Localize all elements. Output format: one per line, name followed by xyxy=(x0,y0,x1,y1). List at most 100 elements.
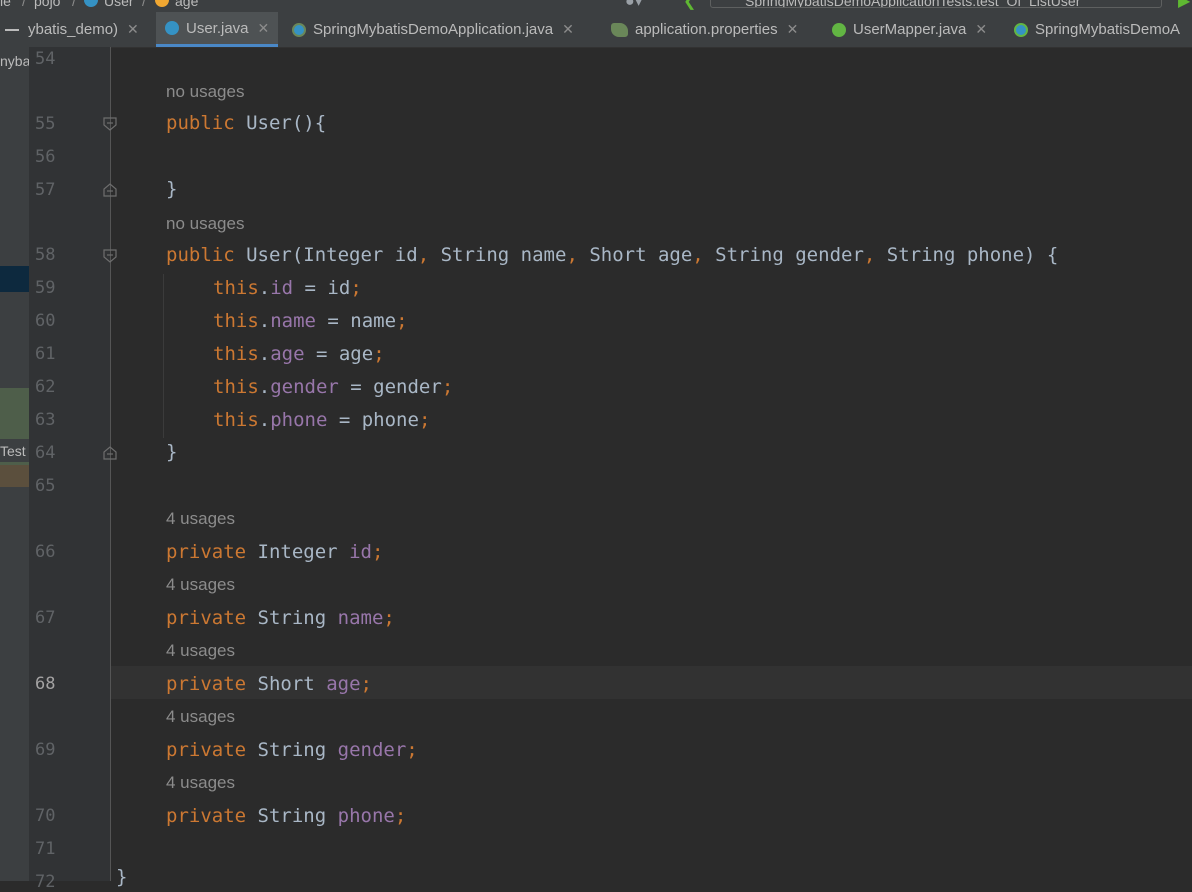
code-line-61[interactable]: this.age = age; xyxy=(213,343,385,365)
param-text: Short age xyxy=(577,244,693,266)
tab-label: UserMapper.java xyxy=(853,21,967,38)
breadcrumb-item[interactable]: age xyxy=(175,0,198,9)
usages-hint[interactable]: 4 usages xyxy=(166,509,235,529)
keyword: private xyxy=(166,805,247,827)
keyword: private xyxy=(166,739,247,761)
type-name: String xyxy=(257,607,327,629)
keyword: public xyxy=(166,112,235,134)
project-panel-edge: nyba Test xyxy=(0,47,29,881)
field-name: phone xyxy=(337,805,395,827)
code-line-68[interactable]: private Short age; xyxy=(166,673,372,695)
code-line-55[interactable]: public User(){ xyxy=(166,112,326,134)
code-text: = id xyxy=(293,277,351,299)
code-text: (){ xyxy=(291,112,327,134)
close-icon[interactable]: ✕ xyxy=(787,21,799,38)
code-line-58[interactable]: public User(Integer id, String name, Sho… xyxy=(166,244,1058,266)
keyword: this xyxy=(213,310,259,332)
tab-spring-tests[interactable]: SpringMybatisDemoA xyxy=(1014,12,1180,47)
back-arrow-icon[interactable]: ❮ xyxy=(683,0,696,11)
minimize-icon[interactable] xyxy=(5,29,19,31)
field-name: name xyxy=(337,607,384,629)
usages-hint[interactable]: 4 usages xyxy=(166,575,235,595)
type-name: Short xyxy=(257,673,315,695)
user-icon[interactable]: ●▾ xyxy=(625,0,643,11)
code-line-62[interactable]: this.gender = gender; xyxy=(213,376,453,398)
type-name: String xyxy=(257,739,327,761)
close-icon[interactable]: ✕ xyxy=(562,21,574,38)
field-icon xyxy=(155,0,169,7)
param-text: String name xyxy=(429,244,567,266)
code-line-67[interactable]: private String name; xyxy=(166,607,395,629)
close-icon[interactable]: ✕ xyxy=(975,21,987,38)
usages-hint[interactable]: 4 usages xyxy=(166,773,235,793)
keyword: private xyxy=(166,673,247,695)
code-line-69[interactable]: private String gender; xyxy=(166,739,418,761)
tree-row[interactable]: Test xyxy=(0,439,29,462)
code-line-63[interactable]: this.phone = phone; xyxy=(213,409,430,431)
line-number-current: 68 xyxy=(35,674,56,694)
usages-hint[interactable]: no usages xyxy=(166,214,244,234)
project-tree-label[interactable]: nyba xyxy=(0,53,29,69)
keyword: public xyxy=(166,244,235,266)
breadcrumb-separator: / xyxy=(72,0,76,9)
close-icon[interactable]: ✕ xyxy=(127,21,139,38)
usages-hint[interactable]: 4 usages xyxy=(166,641,235,661)
constructor-name: User xyxy=(246,244,292,266)
code-line-72[interactable]: } xyxy=(116,866,127,888)
code-line-60[interactable]: this.name = name; xyxy=(213,310,408,332)
constructor-name: User xyxy=(246,112,292,134)
selected-tree-row[interactable] xyxy=(0,266,29,292)
param-text: String phone) { xyxy=(875,244,1059,266)
line-number: 55 xyxy=(35,114,56,134)
type-name: Integer xyxy=(257,541,338,563)
tab-application-properties[interactable]: application.properties ✕ xyxy=(611,12,798,47)
breadcrumb-item[interactable]: le xyxy=(0,0,11,9)
keyword: private xyxy=(166,607,247,629)
line-number: 63 xyxy=(35,410,56,430)
field-name: gender xyxy=(337,739,407,761)
type-name: String xyxy=(257,805,327,827)
breadcrumb-item[interactable]: User xyxy=(104,0,134,9)
field-name: phone xyxy=(270,409,328,431)
navigation-bar: le / pojo / User / age ●▾ ❮ SpringMybati… xyxy=(0,0,1192,12)
code-line-66[interactable]: private Integer id; xyxy=(166,541,383,563)
breadcrumb-item[interactable]: pojo xyxy=(34,0,60,9)
tab-spring-application[interactable]: SpringMybatisDemoApplication.java ✕ xyxy=(292,12,574,47)
usages-hint[interactable]: 4 usages xyxy=(166,707,235,727)
comma: , xyxy=(692,244,704,266)
comma: , xyxy=(863,244,876,266)
line-number: 65 xyxy=(35,476,56,496)
code-line-57[interactable]: } xyxy=(166,178,177,200)
tab-user-java[interactable]: User.java ✕ xyxy=(156,12,279,47)
tab-label: ybatis_demo) xyxy=(28,21,119,38)
properties-icon xyxy=(611,22,628,37)
line-number: 66 xyxy=(35,542,56,562)
code-line-64[interactable]: } xyxy=(166,441,177,463)
code-line-59[interactable]: this.id = id; xyxy=(213,277,362,299)
tab-project[interactable]: ybatis_demo) ✕ xyxy=(28,12,139,47)
indent-guide xyxy=(163,274,164,438)
field-name: id xyxy=(349,541,372,563)
semicolon: ; xyxy=(418,409,431,431)
tab-label: SpringMybatisDemoApplication.java xyxy=(313,21,554,38)
line-number: 59 xyxy=(35,278,56,298)
semicolon: ; xyxy=(383,607,395,629)
editor-tab-bar: ybatis_demo) ✕ User.java ✕ SpringMybatis… xyxy=(0,12,1192,48)
tab-user-mapper[interactable]: UserMapper.java ✕ xyxy=(832,12,987,47)
field-name: age xyxy=(270,343,305,365)
tab-label: User.java xyxy=(186,19,249,37)
line-number: 61 xyxy=(35,344,56,364)
code-text: = gender xyxy=(338,376,442,398)
keyword: private xyxy=(166,541,247,563)
semicolon: ; xyxy=(360,673,372,695)
field-name: id xyxy=(270,277,294,299)
param-text: String gender xyxy=(703,244,864,266)
field-name: name xyxy=(270,310,316,332)
spring-class-icon xyxy=(292,22,306,37)
close-icon[interactable]: ✕ xyxy=(258,20,270,37)
keyword: this xyxy=(213,409,259,431)
run-configuration-select[interactable]: SpringMybatisDemoApplicationTests.test_O… xyxy=(710,0,1162,8)
usages-hint[interactable]: no usages xyxy=(166,82,244,102)
run-icon[interactable]: ▶ xyxy=(1178,0,1190,11)
code-line-70[interactable]: private String phone; xyxy=(166,805,406,827)
